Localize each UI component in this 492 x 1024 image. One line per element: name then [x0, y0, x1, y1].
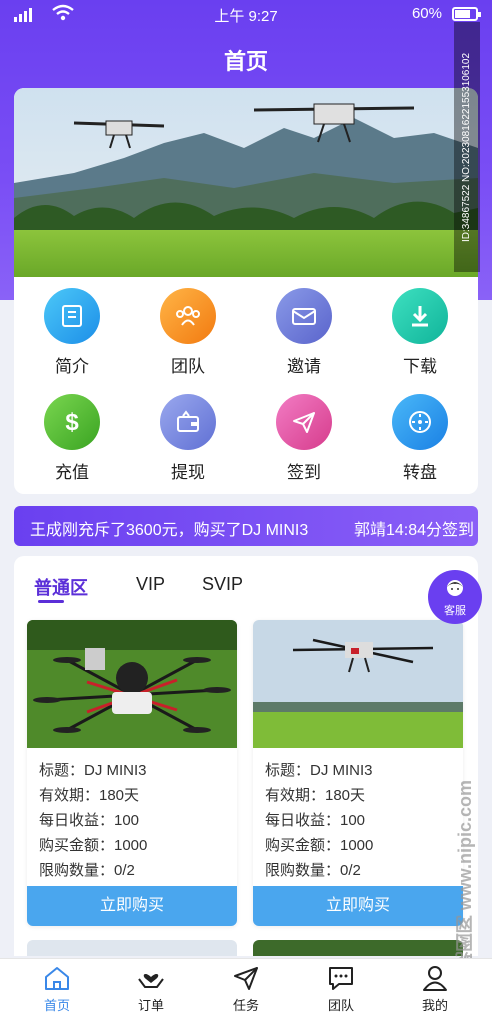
tab-orders[interactable]: 订单: [111, 965, 191, 1014]
dollar-icon: $: [44, 394, 100, 450]
support-agent-icon: [447, 580, 463, 596]
chat-icon: [329, 967, 353, 990]
grid-item-download[interactable]: 下载: [362, 288, 478, 388]
svg-text:$: $: [65, 409, 79, 435]
grid-item-checkin[interactable]: 签到: [246, 394, 362, 494]
tab-profile[interactable]: 我的: [395, 965, 475, 1014]
tab-home[interactable]: 首页: [17, 965, 97, 1014]
status-bar: 上午 9:27 60%: [0, 0, 492, 30]
send-icon: [276, 394, 332, 450]
grid-item-label: 签到: [287, 463, 321, 482]
team-icon: [160, 288, 216, 344]
mail-icon: [276, 288, 332, 344]
tab-team[interactable]: 团队: [301, 965, 381, 1014]
product-card: 标题：DJ MINI3 有效期：180天 每日收益：100 购买金额：1000 …: [253, 620, 463, 926]
grid-item-intro[interactable]: 简介: [14, 288, 130, 388]
product-card-partial: [27, 940, 237, 956]
buy-button[interactable]: 立即购买: [27, 886, 237, 926]
battery-icon: [452, 7, 481, 21]
grid-item-label: 充值: [55, 463, 89, 482]
grid-item-label: 团队: [171, 357, 205, 376]
main-card: 简介 团队 邀请 下载 $ 充值 提现 签到 转盘: [14, 88, 478, 494]
ticker-text: 王成刚充斥了3600元，购买了DJ MINI3: [30, 522, 309, 539]
document-icon: [44, 288, 100, 344]
product-card-partial: [253, 940, 463, 956]
customer-service-button[interactable]: 客服: [428, 570, 482, 624]
send-icon: [234, 967, 258, 990]
product-limit: 限购数量：0/2: [39, 862, 135, 879]
grid-item-withdraw[interactable]: 提现: [130, 394, 246, 494]
product-section: 普通区 VIP SVIP 标题：DJ MINI3 有效期：180天 每日收益：1…: [14, 556, 478, 956]
product-price: 购买金额：1000: [39, 837, 148, 854]
service-label: 客服: [444, 605, 466, 617]
page-title: 首页: [223, 49, 268, 74]
wheel-icon: [392, 394, 448, 450]
grid-item-label: 邀请: [287, 357, 321, 376]
tab-label: 订单: [137, 998, 164, 1013]
product-limit: 限购数量：0/2: [265, 862, 361, 879]
product-info: 标题：DJ MINI3 有效期：180天 每日收益：100 购买金额：1000 …: [265, 758, 373, 883]
buy-button[interactable]: 立即购买: [253, 886, 463, 926]
tab-svip[interactable]: SVIP: [202, 574, 243, 595]
product-daily-income: 每日收益：100: [265, 812, 366, 829]
product-title: 标题：DJ MINI3: [39, 762, 147, 779]
product-card: 标题：DJ MINI3 有效期：180天 每日收益：100 购买金额：1000 …: [27, 620, 237, 926]
grid-item-label: 下载: [403, 357, 437, 376]
grid-item-recharge[interactable]: $ 充值: [14, 394, 130, 494]
user-icon: [423, 966, 447, 991]
grid-item-wheel[interactable]: 转盘: [362, 394, 478, 494]
banner-image[interactable]: [14, 88, 478, 277]
tab-tasks[interactable]: 任务: [206, 965, 286, 1014]
tab-underline: [38, 600, 64, 603]
tab-label: 团队: [327, 998, 354, 1013]
product-price: 购买金额：1000: [265, 837, 374, 854]
home-icon: [45, 967, 69, 990]
tab-label: 我的: [421, 998, 448, 1013]
watermark-site: 昵图网 www.nipic.com: [455, 780, 475, 970]
product-validity: 有效期：180天: [39, 787, 140, 804]
wallet-icon: [160, 394, 216, 450]
battery-percent: 60%: [411, 5, 442, 22]
grid-item-label: 提现: [171, 463, 205, 482]
product-info: 标题：DJ MINI3 有效期：180天 每日收益：100 购买金额：1000 …: [39, 758, 147, 883]
tab-vip[interactable]: VIP: [136, 574, 165, 595]
ticker-text: 郭靖14:84分签到: [354, 522, 475, 539]
grid-item-label: 简介: [55, 357, 89, 376]
grid-item-invite[interactable]: 邀请: [246, 288, 362, 388]
tab-label: 首页: [43, 998, 70, 1013]
tab-label: 任务: [232, 998, 259, 1013]
product-title: 标题：DJ MINI3: [265, 762, 373, 779]
notice-ticker: 王成刚充斥了3600元，购买了DJ MINI3 郭靖14:84分签到: [14, 506, 478, 546]
grid-item-team[interactable]: 团队: [130, 288, 246, 388]
product-validity: 有效期：180天: [265, 787, 366, 804]
bottom-tab-bar: 首页 订单 任务 团队 我的: [0, 958, 492, 1024]
product-image[interactable]: [27, 620, 237, 748]
product-image[interactable]: [253, 620, 463, 748]
grid-item-label: 转盘: [403, 463, 437, 482]
watermark-id: ID:34867522 NO:20230816221553106102: [454, 22, 480, 272]
hands-heart-icon: [138, 973, 164, 988]
download-icon: [392, 288, 448, 344]
product-daily-income: 每日收益：100: [39, 812, 140, 829]
tab-normal[interactable]: 普通区: [34, 574, 88, 600]
